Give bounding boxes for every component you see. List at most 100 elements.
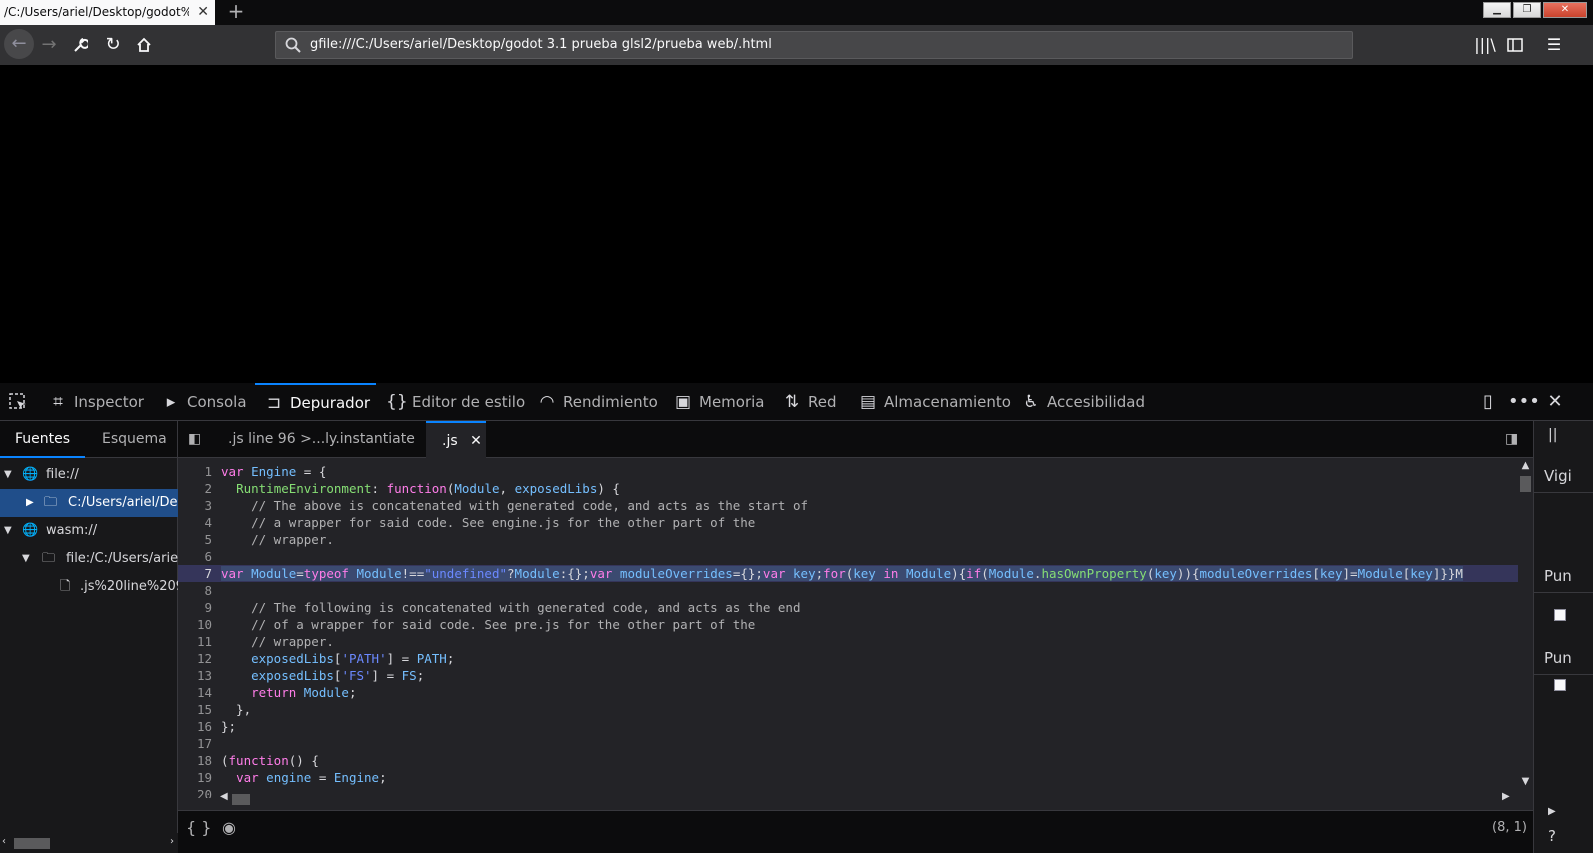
toggle-sources-icon[interactable]: ◧: [188, 421, 201, 458]
tree-item-label: wasm://: [46, 523, 98, 538]
tree-item-origin[interactable]: ▼ 🌐 wasm://: [0, 517, 178, 545]
tree-item-label: .js%20line%2096: [80, 579, 178, 594]
url-text[interactable]: gfile:///C:/Users/ariel/Desktop/godot 3.…: [310, 32, 772, 58]
tab-storage[interactable]: ▤ Almacenamiento: [858, 383, 1011, 421]
console-icon: ▸: [166, 392, 176, 412]
tab-inspector[interactable]: ⌗ Inspector: [48, 383, 144, 421]
network-icon: ⇅: [784, 392, 800, 412]
navigation-toolbar: ← → ↻ gfile:///C:/Users/ariel/Desktop/go…: [0, 25, 1593, 65]
memory-icon: ▣: [674, 392, 692, 412]
folder-icon: 🗀: [44, 495, 58, 510]
storage-icon: ▤: [859, 392, 877, 412]
sidebar-icon[interactable]: [1502, 31, 1528, 59]
wrench-icon[interactable]: [66, 31, 94, 59]
tab-debugger[interactable]: ⊐ Depurador: [255, 383, 376, 421]
exceptions-header[interactable]: Pun: [1534, 641, 1593, 675]
sources-pane: Fuentes Esquema ▼ 🌐 file:// ▶ 🗀 C:/Users…: [0, 421, 178, 853]
tree-item-origin[interactable]: ▼ 🌐 file://: [0, 461, 178, 489]
pause-icon[interactable]: ||: [1548, 427, 1557, 443]
more-options-icon[interactable]: •••: [1508, 383, 1540, 421]
file-icon: 🗋: [60, 579, 71, 594]
scroll-left-icon[interactable]: ◀: [220, 791, 228, 802]
sources-tabs: Fuentes Esquema: [0, 421, 177, 458]
menu-icon[interactable]: ☰: [1541, 31, 1567, 59]
library-icon[interactable]: |||\: [1472, 31, 1498, 59]
tab-console[interactable]: ▸ Consola: [161, 383, 247, 421]
tab-sources[interactable]: Fuentes: [0, 421, 85, 458]
accessibility-icon: ♿: [1023, 392, 1039, 412]
tab-label: Accesibilidad: [1047, 393, 1145, 411]
url-bar[interactable]: gfile:///C:/Users/ariel/Desktop/godot 3.…: [275, 31, 1353, 59]
tab-outline[interactable]: Esquema: [102, 421, 167, 458]
tab-performance[interactable]: ◠ Rendimiento: [537, 383, 658, 421]
tree-item-folder[interactable]: ▶ 🗀 C:/Users/ariel/Desk: [0, 489, 178, 517]
performance-icon: ◠: [539, 392, 555, 412]
expand-arrow-icon: ▼: [4, 469, 12, 480]
home-icon[interactable]: [130, 31, 158, 59]
tab-label: Depurador: [290, 394, 371, 412]
scrollbar-thumb[interactable]: [14, 838, 50, 849]
scroll-right-icon[interactable]: ▶: [1548, 806, 1556, 817]
tab-title: /C:/Users/ariel/Desktop/godot%20: [4, 5, 189, 19]
tab-network[interactable]: ⇅ Red: [782, 383, 837, 421]
close-tab-icon[interactable]: ✕: [470, 433, 482, 449]
folder-icon: 🗀: [42, 551, 56, 566]
tab-label: Rendimiento: [563, 393, 658, 411]
sources-horizontal-scrollbar[interactable]: ‹ ›: [0, 833, 178, 853]
back-icon[interactable]: ←: [4, 29, 34, 59]
responsive-design-icon[interactable]: ▯: [1474, 383, 1502, 421]
tab-accessibility[interactable]: ♿ Accesibilidad: [1021, 383, 1145, 421]
tab-memory[interactable]: ▣ Memoria: [673, 383, 765, 421]
editor-horizontal-scrollbar[interactable]: ◀ ▶: [218, 791, 1518, 806]
watch-expressions-header[interactable]: Vigi: [1534, 459, 1593, 493]
scroll-up-icon[interactable]: ▲: [1518, 460, 1533, 474]
tab-label: Memoria: [699, 393, 765, 411]
toggle-side-panel-icon[interactable]: ◨: [1505, 421, 1518, 458]
cursor-position: (8, 1): [1492, 820, 1527, 835]
tree-item-file[interactable]: 🗋 .js%20line%2096: [0, 573, 178, 601]
editor-vertical-scrollbar[interactable]: ▲ ▼: [1518, 458, 1533, 818]
close-devtools-icon[interactable]: ✕: [1541, 383, 1569, 421]
tree-item-label: C:/Users/ariel/Desk: [68, 495, 178, 510]
blackbox-eye-icon[interactable]: ◉: [222, 811, 236, 853]
scroll-down-icon[interactable]: ▼: [1518, 776, 1533, 790]
help-icon[interactable]: ?: [1548, 827, 1556, 845]
tab-label: Red: [808, 393, 837, 411]
minimize-button[interactable]: ▁: [1483, 2, 1511, 18]
editor-tab-active[interactable]: .js ✕: [426, 421, 486, 458]
search-icon: [285, 37, 301, 53]
debugger-side-panel: || Vigi Pun Pun ▶ ?: [1533, 421, 1593, 853]
editor-pane: ◧ .js line 96 >...ly.instantiate .js ✕ ◨…: [178, 421, 1533, 853]
scroll-left-icon[interactable]: ‹: [2, 836, 6, 847]
breakpoints-header[interactable]: Pun: [1534, 559, 1593, 593]
element-picker-icon[interactable]: [4, 383, 32, 421]
scrollbar-thumb[interactable]: [232, 794, 250, 805]
style-editor-icon: {}: [386, 392, 408, 412]
pretty-print-icon[interactable]: { }: [186, 811, 211, 853]
page-content[interactable]: [0, 65, 1593, 383]
tree-item-label: file://: [46, 467, 79, 482]
expand-arrow-icon: ▼: [4, 525, 12, 536]
maximize-button[interactable]: ❐: [1513, 2, 1541, 18]
close-window-button[interactable]: ✕: [1543, 2, 1587, 18]
debugger-icon: ⊐: [266, 393, 282, 413]
globe-icon: 🌐: [22, 467, 39, 482]
tree-item-folder[interactable]: ▼ 🗀 file:/C:/Users/ariel/: [0, 545, 178, 573]
exception-checkbox[interactable]: [1554, 679, 1566, 691]
forward-icon[interactable]: →: [35, 31, 63, 59]
breakpoint-checkbox[interactable]: [1554, 609, 1566, 621]
tab-close-icon[interactable]: ✕: [197, 0, 209, 25]
tab-label: Editor de estilo: [412, 393, 526, 411]
devtools-panel: ⌗ Inspector ▸ Consola ⊐ Depurador {} Edi…: [0, 383, 1593, 853]
new-tab-button[interactable]: +: [226, 0, 246, 25]
window-controls: ▁ ❐ ✕: [1483, 2, 1587, 18]
scroll-right-icon[interactable]: ›: [170, 836, 174, 847]
reload-icon[interactable]: ↻: [99, 31, 127, 59]
browser-tab[interactable]: /C:/Users/ariel/Desktop/godot%20 ✕: [0, 0, 215, 25]
scrollbar-thumb[interactable]: [1520, 476, 1531, 492]
scroll-right-icon[interactable]: ▶: [1502, 791, 1510, 802]
editor-tabs: ◧ .js line 96 >...ly.instantiate .js ✕ ◨: [178, 421, 1533, 458]
editor-tab[interactable]: .js line 96 >...ly.instantiate: [228, 421, 415, 458]
tab-style-editor[interactable]: {} Editor de estilo: [386, 383, 525, 421]
code-editor[interactable]: 1 var Engine = { 2 RuntimeEnvironment: fu…: [178, 458, 1518, 798]
